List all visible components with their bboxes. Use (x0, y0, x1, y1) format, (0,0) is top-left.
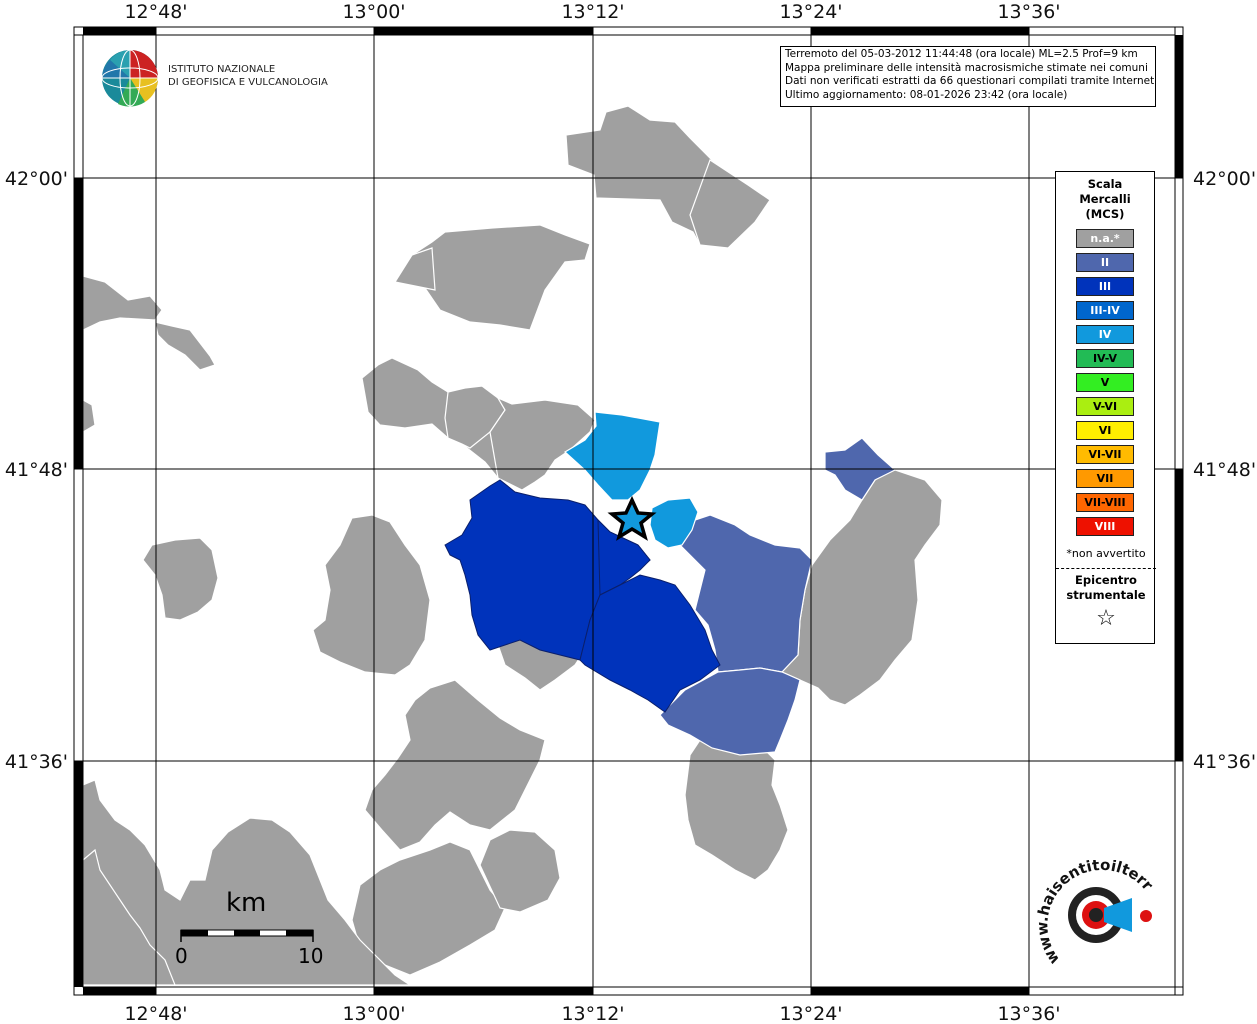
lat-label-right: 41°48' (1193, 459, 1256, 481)
ingv-logo-text: ISTITUTO NAZIONALE DI GEOFISICA E VULCAN… (168, 63, 328, 89)
lat-label-left: 41°36' (5, 751, 68, 773)
legend-swatch: IV-V (1076, 349, 1134, 368)
lon-label-top: 13°00' (342, 1, 405, 23)
info-line-event: Terremoto del 05-03-2012 11:44:48 (ora l… (785, 48, 1138, 60)
legend-note: *non avvertito (1066, 547, 1146, 560)
legend-divider (1056, 568, 1156, 569)
haisentito-url: www.haisentitoilterremoto.it (1030, 860, 1157, 968)
scale-unit: km (226, 888, 267, 918)
legend-swatch: VI-VII (1076, 445, 1134, 464)
legend-swatch: VII-VIII (1076, 493, 1134, 512)
legend-swatch: III (1076, 277, 1134, 296)
ingv-name-line1: ISTITUTO NAZIONALE (168, 64, 276, 75)
legend-swatch: III-IV (1076, 301, 1134, 320)
earthquake-info-box: Terremoto del 05-03-2012 11:44:48 (ora l… (780, 46, 1156, 107)
lon-label-bottom: 13°12' (561, 1003, 624, 1024)
longitude-labels-top: 12°48' 13°00' 13°12' 13°24' 13°36' (124, 1, 1060, 23)
info-line-source: Dati non verificati estratti da 66 quest… (785, 75, 1156, 88)
lon-label-top: 13°24' (779, 1, 842, 23)
legend-swatch: VI (1076, 421, 1134, 440)
legend-title-line1: Scala (1087, 177, 1123, 191)
legend-title: Scala Mercalli (MCS) (1056, 177, 1154, 222)
latitude-labels-right: 42°00' 41°48' 41°36' (1193, 168, 1256, 773)
lon-label-top: 12°48' (124, 1, 187, 23)
lon-label-bottom: 12°48' (124, 1003, 187, 1024)
lat-label-left: 42°00' (5, 168, 68, 190)
haisentito-text-ring: www.haisentitoilterremoto.it (1030, 860, 1157, 968)
ingv-name-line2: DI GEOFISICA E VULCANOLOGIA (168, 77, 328, 88)
lat-label-right: 41°36' (1193, 751, 1256, 773)
legend-swatch: VIII (1076, 517, 1134, 536)
epicenter-label-line2: strumentale (1066, 588, 1146, 602)
legend-swatch: V (1076, 373, 1134, 392)
mcs-legend: Scala Mercalli (MCS) n.a.* II III III-IV IV I… (1055, 171, 1156, 644)
legend-swatch: II (1076, 253, 1134, 272)
lon-label-bottom: 13°36' (997, 1003, 1060, 1024)
longitude-labels-bottom: 12°48' 13°00' 13°12' 13°24' 13°36' (124, 1003, 1060, 1024)
legend-swatch: IV (1076, 325, 1134, 344)
lon-label-top: 13°36' (997, 1, 1060, 23)
legend-epicenter-label: Epicentro strumentale (1056, 573, 1156, 603)
svg-text:www.haisentitoilterremoto.it: www.haisentitoilterremoto.it (1030, 860, 1157, 968)
info-line-description: Mappa preliminare delle intensità macros… (785, 61, 1148, 74)
legend-title-line2: Mercalli (1079, 192, 1131, 206)
scale-start: 0 (175, 944, 188, 968)
scale-end: 10 (298, 944, 324, 968)
legend-swatch: VII (1076, 469, 1134, 488)
lon-label-top: 13°12' (561, 1, 624, 23)
legend-star-icon: ☆ (1096, 606, 1116, 631)
info-line-update: Ultimo aggiornamento: 08-01-2026 23:42 (… (785, 88, 1068, 101)
lon-label-bottom: 13°00' (342, 1003, 405, 1024)
epicenter-label-line1: Epicentro (1075, 573, 1137, 587)
lon-label-bottom: 13°24' (779, 1003, 842, 1024)
legend-title-line3: (MCS) (1085, 207, 1125, 221)
lat-label-right: 42°00' (1193, 168, 1256, 190)
legend-swatch: n.a.* (1076, 229, 1134, 248)
lat-label-left: 41°48' (5, 459, 68, 481)
latitude-labels-left: 42°00' 41°48' 41°36' (5, 168, 68, 773)
legend-swatch: V-VI (1076, 397, 1134, 416)
